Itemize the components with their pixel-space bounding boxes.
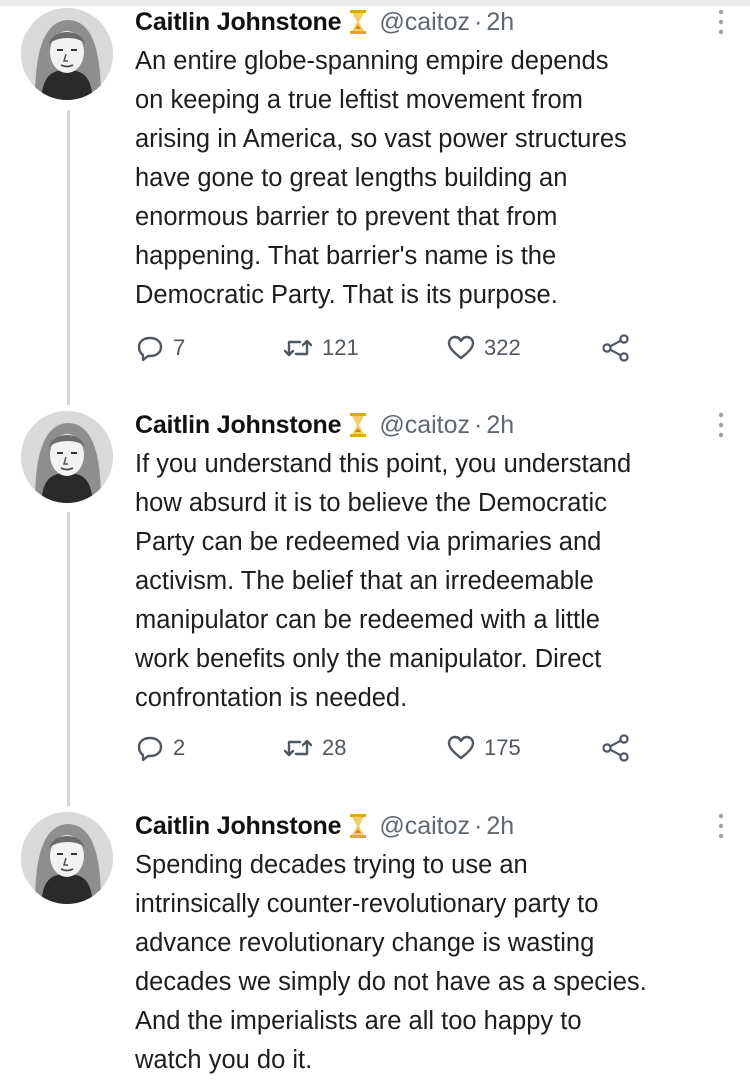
avatar-portrait-icon bbox=[21, 411, 113, 503]
tweet-header: Caitlin Johnstone @caitoz · 2h bbox=[135, 4, 514, 40]
avatar[interactable] bbox=[21, 411, 113, 503]
author-name[interactable]: Caitlin Johnstone bbox=[135, 411, 342, 440]
reply-count: 7 bbox=[173, 335, 186, 360]
separator: · bbox=[474, 410, 483, 439]
like-count: 175 bbox=[484, 735, 521, 760]
tweet-text: Spending decades trying to use an intrin… bbox=[135, 851, 647, 1074]
author-handle[interactable]: @caitoz bbox=[379, 411, 470, 440]
avatar[interactable] bbox=[21, 8, 113, 100]
hourglass-icon bbox=[347, 411, 369, 439]
tweet[interactable]: Caitlin Johnstone @caitoz · 2h An entire… bbox=[0, 0, 750, 400]
timestamp[interactable]: 2h bbox=[486, 8, 514, 37]
tweet[interactable]: Caitlin Johnstone @caitoz · 2h If you un… bbox=[0, 403, 750, 803]
tweet-header: Caitlin Johnstone @caitoz · 2h bbox=[135, 407, 514, 443]
reply-button[interactable]: 2 bbox=[135, 731, 185, 765]
author-name[interactable]: Caitlin Johnstone bbox=[135, 812, 342, 841]
avatar-portrait-icon bbox=[21, 812, 113, 904]
avatar[interactable] bbox=[21, 812, 113, 904]
retweet-icon bbox=[283, 339, 313, 357]
more-options-icon[interactable] bbox=[718, 411, 724, 439]
tweet-text: An entire globe-spanning empire depends … bbox=[135, 47, 627, 309]
retweet-count: 121 bbox=[322, 335, 359, 360]
tweet-header: Caitlin Johnstone @caitoz · 2h bbox=[135, 808, 514, 844]
author-handle[interactable]: @caitoz bbox=[379, 812, 470, 841]
author-handle[interactable]: @caitoz bbox=[379, 8, 470, 37]
retweet-count: 28 bbox=[322, 735, 347, 760]
heart-icon bbox=[447, 335, 475, 360]
separator: · bbox=[474, 7, 483, 36]
timestamp[interactable]: 2h bbox=[486, 812, 514, 841]
like-button[interactable]: 175 bbox=[446, 731, 521, 765]
more-options-icon[interactable] bbox=[718, 8, 724, 36]
hourglass-icon bbox=[347, 8, 369, 36]
reply-button[interactable]: 7 bbox=[135, 331, 185, 365]
avatar-portrait-icon bbox=[21, 8, 113, 100]
retweet-button[interactable]: 28 bbox=[282, 731, 346, 765]
timestamp[interactable]: 2h bbox=[486, 411, 514, 440]
share-icon bbox=[602, 734, 629, 762]
share-button[interactable] bbox=[600, 731, 632, 765]
share-icon bbox=[602, 334, 629, 362]
separator: · bbox=[474, 811, 483, 840]
tweet-text: If you understand this point, you unders… bbox=[135, 450, 632, 712]
like-count: 322 bbox=[484, 335, 521, 360]
retweet-button[interactable]: 121 bbox=[282, 331, 359, 365]
reply-icon bbox=[137, 736, 163, 762]
hourglass-icon bbox=[347, 812, 369, 840]
share-button[interactable] bbox=[600, 331, 632, 365]
reply-count: 2 bbox=[173, 735, 186, 760]
reply-icon bbox=[137, 336, 163, 362]
like-button[interactable]: 322 bbox=[446, 331, 521, 365]
heart-icon bbox=[447, 735, 475, 760]
tweet[interactable]: Caitlin Johnstone @caitoz · 2h Spending … bbox=[0, 804, 750, 1078]
author-name[interactable]: Caitlin Johnstone bbox=[135, 8, 342, 37]
retweet-icon bbox=[283, 739, 313, 757]
more-options-icon[interactable] bbox=[718, 812, 724, 840]
